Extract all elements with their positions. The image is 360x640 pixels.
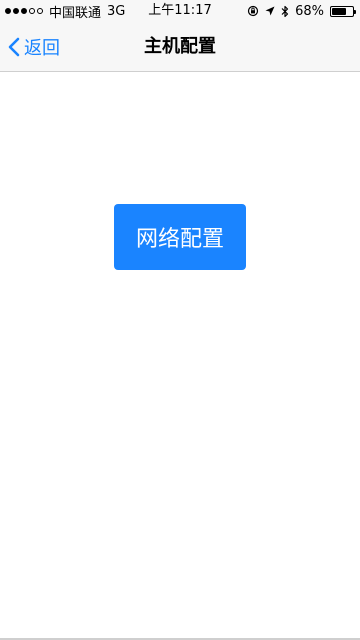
- navigation-bar: 返回 主机配置: [0, 22, 360, 72]
- battery-level: [332, 7, 346, 15]
- status-right: 68%: [247, 0, 356, 22]
- page-title: 主机配置: [144, 36, 216, 57]
- orientation-lock-icon: [247, 5, 259, 17]
- bluetooth-icon: [281, 5, 289, 17]
- battery-percent: 68%: [295, 3, 324, 19]
- network-config-button[interactable]: 网络配置: [114, 204, 246, 270]
- battery-icon: [330, 5, 356, 17]
- location-arrow-icon: [265, 6, 275, 16]
- status-bar: 中国联通 3G 上午11:17 68%: [0, 0, 360, 22]
